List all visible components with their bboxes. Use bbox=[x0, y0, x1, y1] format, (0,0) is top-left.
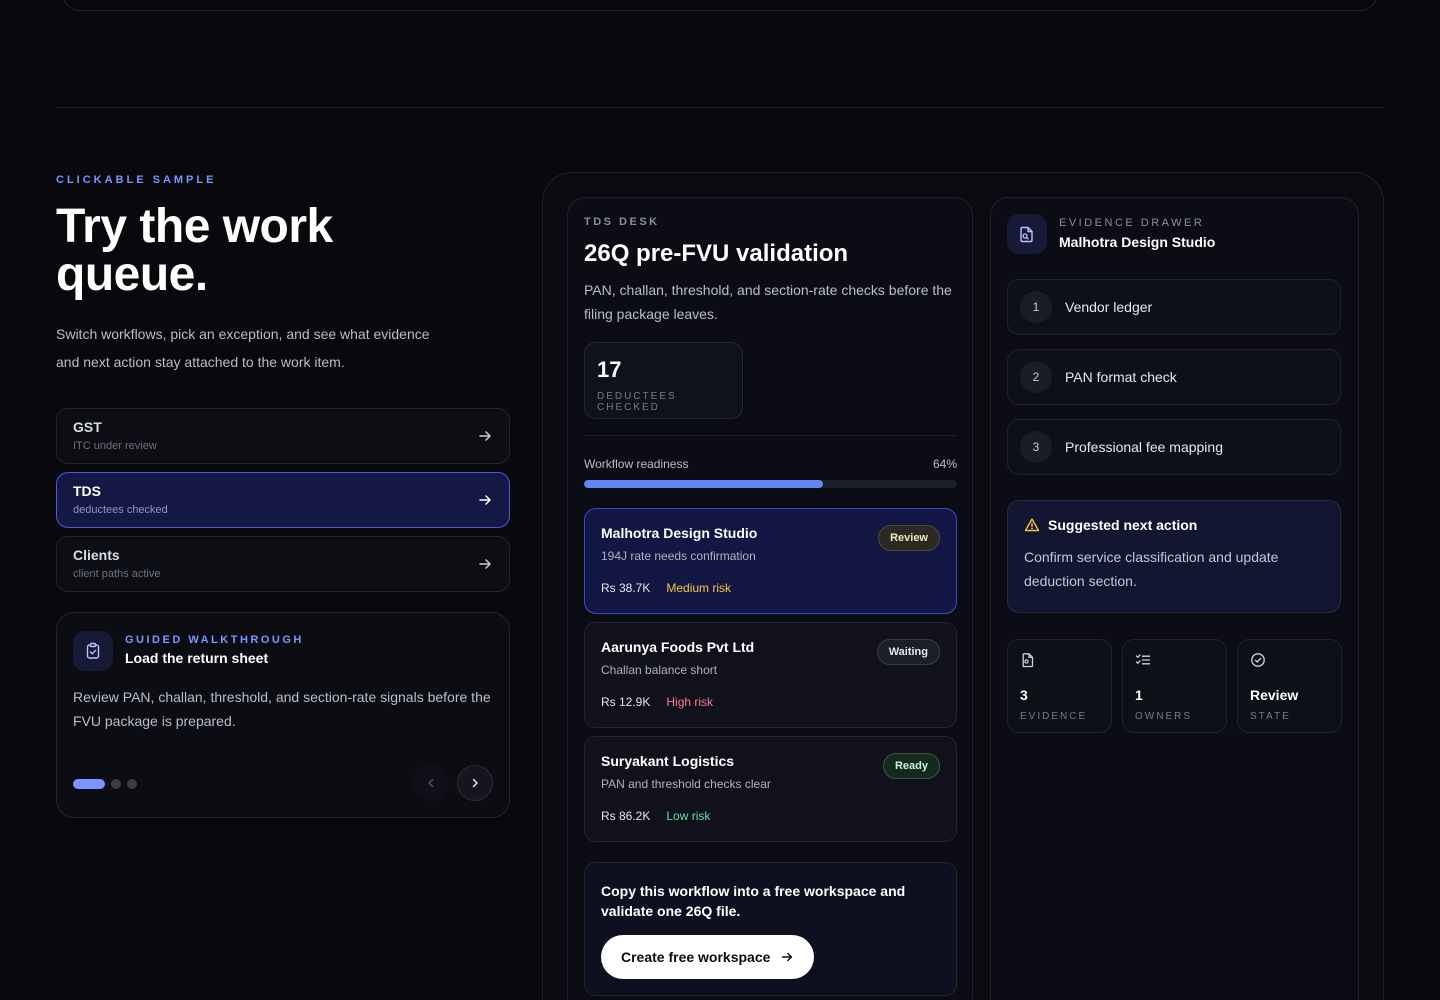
suggestion-body: Confirm service classification and updat… bbox=[1024, 549, 1279, 589]
status-badge: Waiting bbox=[876, 639, 940, 665]
evidence-step: 3 Professional fee mapping bbox=[1007, 419, 1341, 475]
workflow-gst[interactable]: GST ITC under review bbox=[56, 408, 510, 464]
owners-count-stat: 1 OWNERS bbox=[1122, 639, 1227, 733]
workflow-title: Clients bbox=[73, 547, 120, 563]
arrow-right-icon bbox=[479, 431, 491, 441]
exception-amount: Rs 12.9K bbox=[601, 695, 651, 709]
stat-value: Review bbox=[1250, 687, 1299, 703]
stat-label: DEDUCTEES CHECKED bbox=[597, 391, 677, 413]
stat-value: 3 bbox=[1020, 687, 1028, 703]
desk-title: 26Q pre-FVU validation bbox=[584, 240, 849, 267]
next-step-button[interactable] bbox=[457, 765, 493, 801]
section-eyebrow: CLICKABLE SAMPLE bbox=[56, 174, 217, 186]
readiness-progress-fill bbox=[584, 480, 823, 488]
step-label: Vendor ledger bbox=[1065, 299, 1153, 315]
create-workspace-button[interactable]: Create free workspace bbox=[601, 935, 815, 979]
arrow-right-icon bbox=[479, 495, 491, 505]
walkthrough-body: Review PAN, challan, threshold, and sect… bbox=[73, 689, 491, 729]
readiness-percent: 64% bbox=[932, 457, 957, 471]
status-badge: Ready bbox=[882, 753, 940, 779]
exception-note: PAN and threshold checks clear bbox=[601, 777, 771, 791]
guided-walkthrough-card: GUIDED WALKTHROUGH Load the return sheet… bbox=[56, 612, 510, 818]
check-circle-icon bbox=[1251, 653, 1265, 667]
risk-label: High risk bbox=[666, 695, 714, 709]
exception-malhotra[interactable]: Malhotra Design Studio 194J rate needs c… bbox=[584, 508, 957, 614]
warning-icon bbox=[1024, 518, 1040, 532]
step-number: 1 bbox=[1020, 291, 1052, 323]
drawer-title: Malhotra Design Studio bbox=[1059, 234, 1216, 250]
pagination-dot[interactable] bbox=[111, 779, 121, 789]
suggested-action-card: Suggested next action Confirm service cl… bbox=[1007, 500, 1341, 613]
previous-step-button[interactable] bbox=[413, 765, 449, 801]
step-number: 2 bbox=[1020, 361, 1052, 393]
workflow-subtitle: deductees checked bbox=[73, 504, 168, 516]
exception-note: Challan balance short bbox=[601, 663, 718, 677]
workflow-title: TDS bbox=[73, 483, 101, 499]
exception-amount: Rs 86.2K bbox=[601, 809, 651, 823]
chevron-right-icon bbox=[472, 778, 478, 788]
pagination-dot[interactable] bbox=[73, 779, 105, 789]
workflow-clients[interactable]: Clients client paths active bbox=[56, 536, 510, 592]
workspace-cta: Copy this workflow into a free workspace… bbox=[584, 862, 957, 996]
cta-text: Copy this workflow into a free workspace… bbox=[601, 883, 906, 919]
button-label: Create free workspace bbox=[621, 949, 771, 965]
file-search-icon bbox=[1007, 214, 1047, 254]
checklist-icon bbox=[1135, 654, 1151, 665]
exception-suryakant[interactable]: Suryakant Logistics PAN and threshold ch… bbox=[584, 736, 957, 842]
risk-label: Low risk bbox=[666, 809, 711, 823]
walkthrough-title: Load the return sheet bbox=[125, 650, 269, 666]
desk-subtitle: PAN, challan, threshold, and section-rat… bbox=[584, 282, 952, 322]
walkthrough-eyebrow: GUIDED WALKTHROUGH bbox=[125, 634, 304, 646]
file-icon bbox=[1022, 653, 1034, 668]
section-title: Try the work queue. bbox=[56, 200, 333, 301]
step-label: Professional fee mapping bbox=[1065, 439, 1223, 455]
exception-note: 194J rate needs confirmation bbox=[601, 549, 756, 563]
risk-label: Medium risk bbox=[666, 581, 732, 595]
stat-label: OWNERS bbox=[1135, 711, 1192, 722]
deductees-stat: 17 DEDUCTEES CHECKED bbox=[584, 342, 743, 419]
step-number: 3 bbox=[1020, 431, 1052, 463]
readiness-label: Workflow readiness bbox=[584, 457, 689, 471]
state-stat: Review STATE bbox=[1237, 639, 1342, 733]
arrow-right-icon bbox=[782, 952, 793, 962]
previous-section-card bbox=[62, 0, 1378, 11]
workflow-title: GST bbox=[73, 419, 102, 435]
workflow-tds[interactable]: TDS deductees checked bbox=[56, 472, 510, 528]
step-label: PAN format check bbox=[1065, 369, 1177, 385]
workflow-subtitle: ITC under review bbox=[73, 440, 157, 452]
exception-amount: Rs 38.7K bbox=[601, 581, 651, 595]
arrow-right-icon bbox=[479, 559, 491, 569]
drawer-eyebrow: EVIDENCE DRAWER bbox=[1059, 217, 1205, 229]
suggestion-title: Suggested next action bbox=[1048, 517, 1198, 533]
stat-label: STATE bbox=[1250, 711, 1291, 722]
section-subtitle: Switch workflows, pick an exception, and… bbox=[56, 326, 430, 370]
evidence-step: 1 Vendor ledger bbox=[1007, 279, 1341, 335]
stat-label: EVIDENCE bbox=[1020, 711, 1088, 722]
desk-divider bbox=[584, 435, 957, 436]
chevron-left-icon bbox=[428, 778, 434, 788]
desk-eyebrow: TDS DESK bbox=[584, 216, 660, 228]
workflow-subtitle: client paths active bbox=[73, 568, 161, 580]
clipboard-check-icon bbox=[73, 631, 113, 671]
walkthrough-pagination bbox=[73, 779, 137, 789]
readiness-progress-bar bbox=[584, 480, 957, 488]
evidence-count-stat: 3 EVIDENCE bbox=[1007, 639, 1112, 733]
section-divider bbox=[56, 107, 1384, 108]
pagination-dot[interactable] bbox=[127, 779, 137, 789]
stat-value: 17 bbox=[597, 357, 622, 382]
status-badge: Review bbox=[878, 525, 940, 551]
evidence-step: 2 PAN format check bbox=[1007, 349, 1341, 405]
stat-value: 1 bbox=[1135, 687, 1143, 703]
exception-aarunya[interactable]: Aarunya Foods Pvt Ltd Challan balance sh… bbox=[584, 622, 957, 728]
